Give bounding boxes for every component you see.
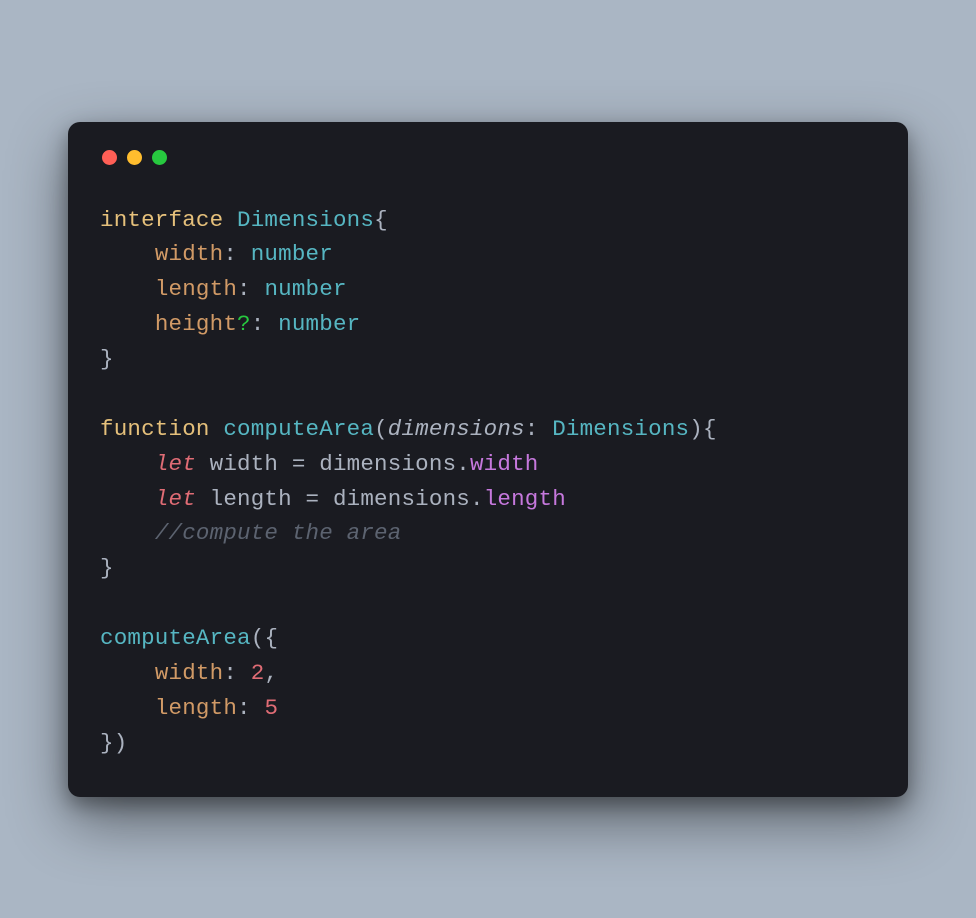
num-two: 2 bbox=[251, 660, 265, 686]
var-length: length bbox=[210, 486, 292, 512]
type-number: number bbox=[251, 241, 333, 267]
open-paren: ( bbox=[251, 625, 265, 651]
space bbox=[196, 451, 210, 477]
code-block: interface Dimensions{ width: number leng… bbox=[100, 203, 876, 761]
traffic-lights bbox=[102, 150, 876, 165]
keyword-let: let bbox=[155, 451, 196, 477]
function-name: computeArea bbox=[223, 416, 374, 442]
space bbox=[223, 207, 237, 233]
prop-length: length bbox=[484, 486, 566, 512]
colon: : bbox=[251, 311, 278, 337]
comment-line: //compute the area bbox=[155, 520, 402, 546]
code-window: interface Dimensions{ width: number leng… bbox=[68, 122, 908, 797]
type-number: number bbox=[264, 276, 346, 302]
type-name: Dimensions bbox=[237, 207, 374, 233]
close-brace: } bbox=[100, 346, 114, 372]
equals: = bbox=[292, 486, 333, 512]
field-height: height bbox=[155, 311, 237, 337]
dot: . bbox=[470, 486, 484, 512]
space bbox=[210, 416, 224, 442]
prop-width: width bbox=[470, 451, 539, 477]
close-icon[interactable] bbox=[102, 150, 117, 165]
close-brace: } bbox=[100, 730, 114, 756]
num-five: 5 bbox=[264, 695, 278, 721]
field-length: length bbox=[155, 276, 237, 302]
var-width: width bbox=[210, 451, 279, 477]
maximize-icon[interactable] bbox=[152, 150, 167, 165]
type-number: number bbox=[278, 311, 360, 337]
ref-dimensions: dimensions bbox=[319, 451, 456, 477]
param-dimensions: dimensions bbox=[388, 416, 525, 442]
colon: : bbox=[237, 276, 264, 302]
colon: : bbox=[223, 241, 250, 267]
arg-width: width bbox=[155, 660, 224, 686]
close-paren: ) bbox=[114, 730, 128, 756]
colon: : bbox=[237, 695, 264, 721]
open-brace: { bbox=[703, 416, 717, 442]
keyword-function: function bbox=[100, 416, 210, 442]
arg-length: length bbox=[155, 695, 237, 721]
equals: = bbox=[278, 451, 319, 477]
open-brace: { bbox=[374, 207, 388, 233]
close-brace: } bbox=[100, 555, 114, 581]
minimize-icon[interactable] bbox=[127, 150, 142, 165]
open-paren: ( bbox=[374, 416, 388, 442]
ref-dimensions: dimensions bbox=[333, 486, 470, 512]
open-brace: { bbox=[264, 625, 278, 651]
keyword-interface: interface bbox=[100, 207, 223, 233]
keyword-let: let bbox=[155, 486, 196, 512]
param-type: Dimensions bbox=[552, 416, 689, 442]
comma: , bbox=[264, 660, 278, 686]
colon: : bbox=[223, 660, 250, 686]
space bbox=[196, 486, 210, 512]
call-computeArea: computeArea bbox=[100, 625, 251, 651]
close-paren: ) bbox=[689, 416, 703, 442]
optional-marker: ? bbox=[237, 311, 251, 337]
dot: . bbox=[456, 451, 470, 477]
colon: : bbox=[525, 416, 552, 442]
field-width: width bbox=[155, 241, 224, 267]
